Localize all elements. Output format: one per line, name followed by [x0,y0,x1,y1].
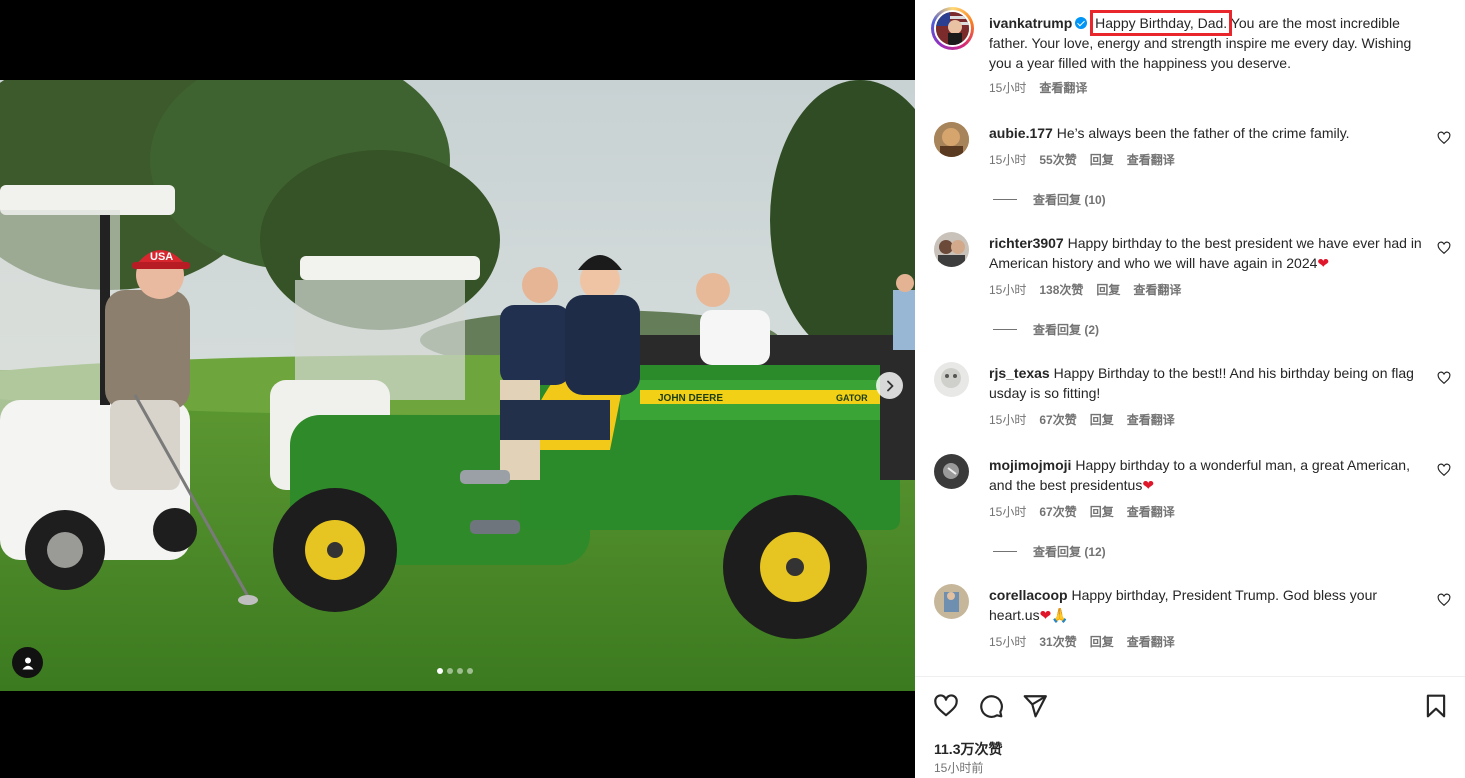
commenter-avatar-image [934,584,969,619]
commenter-avatar[interactable] [934,362,969,397]
carousel-dot [447,668,453,674]
post-photo: USA JOHN DEERE GATOR [0,80,915,691]
comment-translate-link[interactable]: 查看翻译 [1133,282,1181,298]
comment-reply-button[interactable]: 回复 [1090,634,1114,650]
comment: aubie.177 He’s always been the father of… [989,123,1429,143]
comment-translate-link[interactable]: 查看翻译 [1127,412,1175,428]
comment-reply-button[interactable]: 回复 [1096,282,1120,298]
comment-time[interactable]: 15小时 [989,412,1026,428]
comment-likes[interactable]: 67次赞 [1039,504,1076,520]
commenter-username[interactable]: rjs_texas [989,365,1050,381]
carousel-dot [457,668,463,674]
comment-likes[interactable]: 138次赞 [1039,282,1083,298]
golf-course-photo: USA JOHN DEERE GATOR [0,80,915,691]
comment-time[interactable]: 15小时 [989,634,1026,650]
carousel-indicator [437,668,473,674]
comment-like-heart-icon[interactable] [1437,593,1451,607]
view-replies-button[interactable]: 查看回复 (2) [993,321,1099,338]
user-tag-icon [22,657,33,669]
cap-text: USA [150,251,173,263]
post-time-ago[interactable]: 15小时前 [934,759,983,776]
comment-icon[interactable] [978,693,1004,719]
comment-like-heart-icon[interactable] [1437,463,1451,477]
comment-reply-button[interactable]: 回复 [1090,152,1114,168]
caption-translate-link[interactable]: 查看翻译 [1039,80,1087,96]
view-replies-button[interactable]: 查看回复 (12) [993,543,1106,560]
tagged-users-button[interactable] [12,647,43,678]
comment-translate-link[interactable]: 查看翻译 [1127,504,1175,520]
commenter-avatar-image [934,122,969,157]
heart-emoji: ❤ [1317,255,1330,271]
vehicle-brand-text: JOHN DEERE [658,393,723,404]
comment-like-heart-icon[interactable] [1437,371,1451,385]
commenter-avatar-image [934,362,969,397]
commenter-avatar-image [934,232,969,267]
carousel-dot [467,668,473,674]
comment-meta: 15小时 31次赞 回复 查看翻译 [989,634,1175,650]
comments-panel: ivankatrump Happy Birthday, Dad. You are… [915,0,1465,778]
comment-likes[interactable]: 31次赞 [1039,634,1076,650]
comment: rjs_texas Happy Birthday to the best!! A… [989,363,1429,403]
view-replies-label: 查看回复 (10) [1033,193,1106,207]
author-avatar-image [936,12,969,45]
comment-likes[interactable]: 67次赞 [1039,412,1076,428]
author-avatar[interactable] [931,7,974,50]
commenter-username[interactable]: corellacoop [989,587,1068,603]
comment: mojimojmoji Happy birthday to a wonderfu… [989,455,1429,495]
comment-likes[interactable]: 55次赞 [1039,152,1076,168]
heart-emoji: ❤ [1142,477,1155,493]
comment-meta: 15小时 67次赞 回复 查看翻译 [989,504,1175,520]
commenter-username[interactable]: aubie.177 [989,125,1053,141]
comment-text: Happy Birthday to the best!! And his bir… [989,365,1414,401]
comments-list: ivankatrump Happy Birthday, Dad. You are… [915,0,1465,676]
heart-icon[interactable] [933,693,959,719]
replies-divider [993,199,1017,200]
comment-time[interactable]: 15小时 [989,504,1026,520]
bookmark-icon[interactable] [1423,693,1449,719]
caption-meta: 15小时 查看翻译 [989,80,1087,96]
comment-reply-button[interactable]: 回复 [1090,412,1114,428]
comment-like-heart-icon[interactable] [1437,241,1451,255]
commenter-avatar[interactable] [934,122,969,157]
view-replies-label: 查看回复 (12) [1033,545,1106,559]
verified-badge-icon [1075,17,1088,29]
heart-pray-emoji: ❤🙏 [1039,607,1069,623]
comment-meta: 15小时 67次赞 回复 查看翻译 [989,412,1175,428]
comment-translate-link[interactable]: 查看翻译 [1127,634,1175,650]
comment-meta: 15小时 138次赞 回复 查看翻译 [989,282,1181,298]
media-pane: USA JOHN DEERE GATOR [0,0,915,778]
commenter-username[interactable]: richter3907 [989,235,1064,251]
replies-divider [993,551,1017,552]
chevron-right-icon [886,380,893,391]
comment-translate-link[interactable]: 查看翻译 [1127,152,1175,168]
commenter-avatar-image [934,454,969,489]
comment-time[interactable]: 15小时 [989,282,1026,298]
comment-reply-button[interactable]: 回复 [1090,504,1114,520]
carousel-dot [437,668,443,674]
comment-text: He’s always been the father of the crime… [1056,125,1350,141]
vehicle-model-text: GATOR [836,393,868,403]
comment-meta: 15小时 55次赞 回复 查看翻译 [989,152,1175,168]
commenter-avatar[interactable] [934,454,969,489]
next-photo-button[interactable] [876,372,903,399]
view-replies-button[interactable]: 查看回复 (10) [993,191,1106,208]
commenter-avatar[interactable] [934,584,969,619]
author-username[interactable]: ivankatrump [989,15,1072,31]
send-icon[interactable] [1022,693,1048,719]
post-actions-bar: 11.3万次赞 15小时前 [915,676,1465,778]
comment: corellacoop Happy birthday, President Tr… [989,585,1429,625]
post-like-count[interactable]: 11.3万次赞 [934,739,1002,759]
view-replies-label: 查看回复 (2) [1033,323,1100,337]
caption-highlighted-text: Happy Birthday, Dad. [1090,10,1233,36]
comment-like-heart-icon[interactable] [1437,131,1451,145]
commenter-username[interactable]: mojimojmoji [989,457,1071,473]
caption-time[interactable]: 15小时 [989,80,1026,96]
replies-divider [993,329,1017,330]
comment: richter3907 Happy birthday to the best p… [989,233,1429,273]
post-caption: ivankatrump Happy Birthday, Dad. You are… [989,10,1429,73]
comment-time[interactable]: 15小时 [989,152,1026,168]
commenter-avatar[interactable] [934,232,969,267]
